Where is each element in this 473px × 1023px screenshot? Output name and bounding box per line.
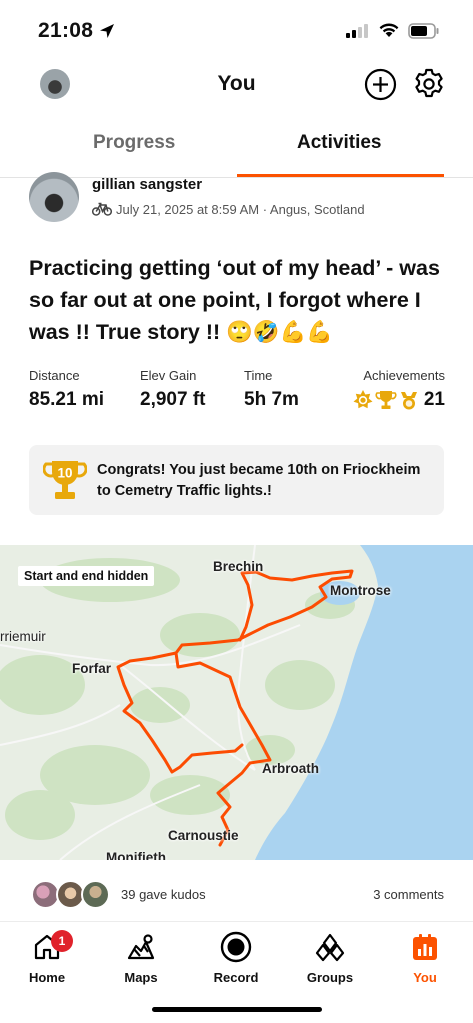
stat-distance-value: 85.21 mi [29,389,104,410]
athlete-name[interactable]: gillian sangster [92,176,202,193]
nav-record[interactable]: Record [196,928,276,985]
bike-icon [92,202,112,216]
kudos-avatar [81,880,110,909]
nav-groups[interactable]: Groups [290,928,370,985]
top-bar: You [0,60,473,110]
stat-time-label: Time [244,368,273,383]
segment-achievement-card[interactable]: 10 Congrats! You just became 10th on Fri… [29,445,444,515]
stat-elev-gain: Elev Gain 2,907 ft [140,368,205,411]
gear-icon[interactable] [412,67,446,101]
nav-you-label: You [413,970,437,985]
nav-record-label: Record [213,970,259,985]
nav-home-label: Home [28,970,66,985]
athlete-avatar[interactable] [29,172,79,222]
nav-groups-label: Groups [306,970,354,985]
map-canvas [0,545,473,860]
cup-icon [400,392,417,410]
groups-icon [315,933,345,962]
medal-icon [353,390,373,409]
trophy-icon: 10 [43,461,87,499]
kudos-count[interactable]: 39 gave kudos [121,887,206,902]
tab-progress[interactable]: Progress [93,132,175,154]
bottom-nav: 1 Home Maps Record Groups You [0,922,473,1023]
notification-badge: 1 [51,930,73,952]
status-bar: 21:08 [0,0,473,60]
stat-elev-gain-label: Elev Gain [140,368,197,383]
map-label-monifieth: Monifieth [106,850,166,860]
maps-icon [127,934,155,960]
comments-count[interactable]: 3 comments [373,887,444,902]
cellular-signal-icon [346,24,368,38]
page-title: You [217,72,256,95]
you-icon [413,934,437,960]
tab-activities[interactable]: Activities [297,132,381,154]
tab-bar: Progress Activities [0,118,473,178]
wifi-icon [379,23,399,37]
add-icon[interactable] [364,68,397,101]
trophy-small-icon [375,391,397,409]
nav-home[interactable]: 1 Home [7,928,87,985]
stat-time-value: 5h 7m [244,389,299,410]
kudos-bar: 39 gave kudos 3 comments [0,860,473,922]
active-tab-indicator [237,174,444,177]
nav-maps[interactable]: Maps [101,928,181,985]
nav-maps-label: Maps [124,970,158,985]
map-label-carnoustie: Carnoustie [168,828,239,843]
nav-you[interactable]: You [385,928,465,985]
kudos-avatars[interactable] [31,880,111,910]
stat-elev-gain-value: 2,907 ft [140,389,206,410]
record-icon [220,931,252,963]
trophy-rank-number: 10 [57,466,72,481]
stat-distance: Distance 85.21 mi [29,368,104,411]
home-indicator [152,1007,322,1012]
map-label-kirriemuir: rriemuir [0,629,46,644]
stat-time: Time 5h 7m [244,368,299,411]
stat-distance-label: Distance [29,368,80,383]
location-arrow-icon [100,24,114,38]
start-end-hidden-tag: Start and end hidden [18,566,155,586]
map-label-arbroath: Arbroath [262,761,319,776]
stat-achievements-label: Achievements [363,368,445,383]
status-time: 21:08 [38,19,94,42]
activity-stats: Distance 85.21 mi Elev Gain 2,907 ft Tim… [29,368,445,418]
map-label-brechin: Brechin [213,559,264,574]
map-label-montrose: Montrose [330,583,391,598]
stat-achievements-value: 21 [423,389,445,410]
route-map[interactable]: Start and end hidden Brechin Montrose rr… [0,545,473,860]
stat-achievements[interactable]: Achievements 21 [352,368,445,411]
congrats-text: Congrats! You just became 10th on Friock… [97,462,421,499]
battery-icon [408,23,439,39]
activity-title[interactable]: Practicing getting ‘out of my head’ - wa… [29,252,449,348]
map-label-forfar: Forfar [72,661,112,676]
activity-meta: July 21, 2025 at 8:59 AM · Angus, Scotla… [116,202,365,217]
